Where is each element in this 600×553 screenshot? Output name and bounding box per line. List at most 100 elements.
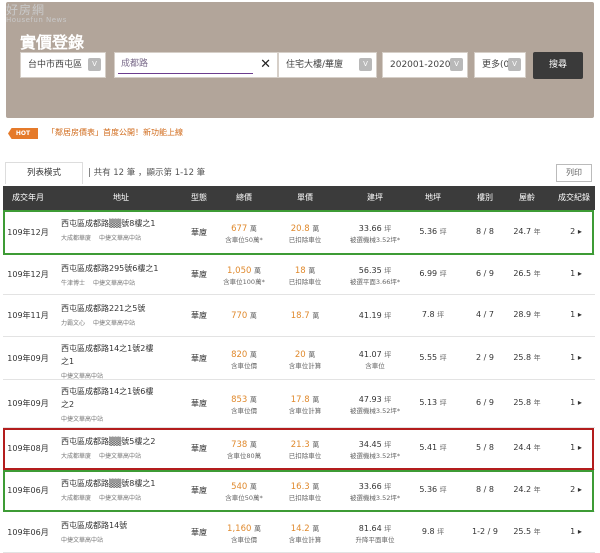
header-date: 成交年月 [12, 193, 44, 202]
building-type: 華廈 [191, 311, 207, 320]
district-select[interactable]: 台中市西屯區 V [20, 52, 106, 78]
unit-price-note: 已扣除車位 [288, 278, 322, 286]
chevron-right-icon: ▸ [577, 398, 582, 407]
building-age: 25.8 年 [507, 398, 547, 408]
total-price-value: 1,160 [227, 524, 252, 534]
table-row[interactable]: 109年11月 西屯區成都路221之5號 力霸文心 中捷文華高中站 華廈 770 … [3, 295, 595, 337]
total-price: 853 萬含車位價 [215, 394, 273, 417]
total-price-value: 853 [231, 395, 248, 405]
total-price-note: 含車位價 [231, 362, 257, 370]
highlight-box-green [3, 210, 594, 255]
total-price-unit: 萬 [253, 525, 261, 533]
area-note: 含車位 [365, 362, 385, 370]
building-area-unit: 坪 [384, 525, 392, 533]
header-total-price: 總價 [236, 193, 252, 202]
building-age-value: 25.8 [513, 353, 532, 362]
header-address: 地址 [113, 193, 129, 202]
address-tag[interactable]: 力霸文心 [61, 320, 85, 327]
address[interactable]: 西屯區成都路221之5號 力霸文心 中捷文華高中站 [61, 302, 181, 330]
building-area-value: 81.64 [358, 524, 382, 533]
address[interactable]: 西屯區成都路14之1號6樓 之2 中捷文華高中站 [61, 385, 181, 426]
address[interactable]: 西屯區成都路14之1號2樓 之1 中捷文華高中站 [61, 342, 181, 383]
floor: 4 / 7 [476, 310, 494, 319]
building-area: 41.19 坪 [341, 310, 409, 322]
record-count[interactable]: 1 ▸ [561, 398, 591, 407]
land-area-unit: 坪 [439, 354, 447, 362]
print-button[interactable]: 列印 [556, 164, 592, 182]
result-count: | 共有 12 筆 ，顯示第 1-12 筆 [88, 168, 206, 178]
address-tag[interactable]: 中捷文華高中站 [61, 416, 103, 423]
building-type-value: 住宅大樓/華廈 [286, 60, 344, 70]
record-count[interactable]: 1 ▸ [561, 353, 591, 362]
unit-price-value: 18.7 [290, 311, 310, 321]
chevron-down-icon: V [88, 58, 101, 71]
unit-price: 18.7 萬 [279, 310, 331, 322]
total-price-note: 含車位100萬* [223, 278, 265, 286]
building-type-select[interactable]: 住宅大樓/華廈 V [278, 52, 377, 78]
record-count-value: 1 [570, 398, 576, 407]
page-title: 實價登錄 [20, 33, 85, 52]
total-price: 820 萬含車位價 [215, 349, 273, 372]
period-select[interactable]: 202001-202012 V [382, 52, 468, 78]
building-area: 56.35 坪被選平面3.66坪* [341, 265, 409, 288]
address-tag[interactable]: 牛津博士 [61, 280, 85, 287]
address[interactable]: 西屯區成都路14號 中捷文華高中站 [61, 519, 181, 547]
building-area: 41.07 坪含車位 [341, 349, 409, 372]
land-area: 5.13 坪 [414, 398, 452, 408]
floor: 1-2 / 9 [472, 527, 498, 536]
area-note: 被選平面3.66坪* [349, 278, 401, 286]
address-line-2: 之2 [61, 400, 75, 409]
highlight-box-red [3, 428, 594, 470]
land-area: 6.99 坪 [414, 269, 452, 279]
building-age-unit: 年 [533, 270, 541, 278]
address-tag[interactable]: 中捷文華高中站 [61, 373, 103, 380]
total-price-value: 770 [231, 311, 248, 321]
chevron-right-icon: ▸ [577, 310, 582, 319]
address-tags: 牛津博士 中捷文華高中站 [61, 277, 181, 290]
more-filters-select[interactable]: 更多(0) V [474, 52, 526, 78]
address-tag[interactable]: 中捷文華高中站 [93, 280, 135, 287]
table-header: 成交年月 地址 型態 總價 單價 建坪 地坪 樓別 屋齡 成交紀錄 [3, 186, 595, 210]
table-row[interactable]: 109年09月 西屯區成都路14之1號2樓 之1 中捷文華高中站 華廈 820 萬… [3, 337, 595, 380]
chevron-right-icon: ▸ [577, 527, 582, 536]
record-count-value: 1 [570, 353, 576, 362]
address-tag[interactable]: 中捷文華高中站 [93, 320, 135, 327]
table-row[interactable]: 109年06月 西屯區成都路14號 中捷文華高中站 華廈 1,160 萬含車位價… [3, 512, 595, 553]
road-input[interactable]: 成都路 ✕ [114, 52, 278, 78]
record-count-value: 1 [570, 269, 576, 278]
unit-price-note: 含車位計算 [288, 407, 322, 415]
building-age: 25.5 年 [507, 527, 547, 537]
record-count-value: 1 [570, 527, 576, 536]
search-button[interactable]: 搜尋 [533, 52, 583, 79]
building-age: 28.9 年 [507, 310, 547, 320]
table-row[interactable]: 109年09月 西屯區成都路14之1號6樓 之2 中捷文華高中站 華廈 853 萬… [3, 380, 595, 428]
chevron-right-icon: ▸ [577, 353, 582, 362]
building-age: 25.8 年 [507, 353, 547, 363]
unit-price-note: 含車位計算 [288, 362, 322, 370]
district-value: 台中市西屯區 [28, 60, 83, 70]
tab-list-mode[interactable]: 列表模式 [5, 162, 83, 184]
table-row[interactable]: 109年12月 西屯區成都路295號6樓之1 牛津博士 中捷文華高中站 華廈 1,… [3, 255, 595, 295]
address-tag[interactable]: 中捷文華高中站 [61, 537, 103, 544]
land-area: 9.8 坪 [414, 527, 452, 537]
building-area: 81.64 坪升降平面車位 [341, 523, 409, 546]
land-area-value: 9.8 [421, 527, 435, 536]
building-area-value: 41.07 [358, 350, 382, 359]
deal-date: 109年09月 [7, 399, 49, 408]
land-area-value: 7.8 [421, 310, 435, 319]
building-age-unit: 年 [533, 311, 541, 319]
building-type: 華廈 [191, 528, 207, 537]
building-age-value: 25.8 [513, 398, 532, 407]
record-count[interactable]: 1 ▸ [561, 269, 591, 278]
address[interactable]: 西屯區成都路295號6樓之1 牛津博士 中捷文華高中站 [61, 262, 181, 290]
highlight-box-green [3, 470, 594, 512]
clear-icon[interactable]: ✕ [260, 57, 271, 73]
floor: 2 / 9 [476, 353, 494, 362]
header-floor: 樓別 [477, 193, 493, 202]
record-count[interactable]: 1 ▸ [561, 310, 591, 319]
record-count[interactable]: 1 ▸ [561, 527, 591, 536]
building-area-value: 56.35 [358, 266, 382, 275]
deal-date: 109年09月 [7, 354, 49, 363]
unit-price-value: 14.2 [290, 524, 310, 534]
announcement-link[interactable]: 「鄰居房價表」首度公開！新功能上線 [47, 127, 183, 138]
